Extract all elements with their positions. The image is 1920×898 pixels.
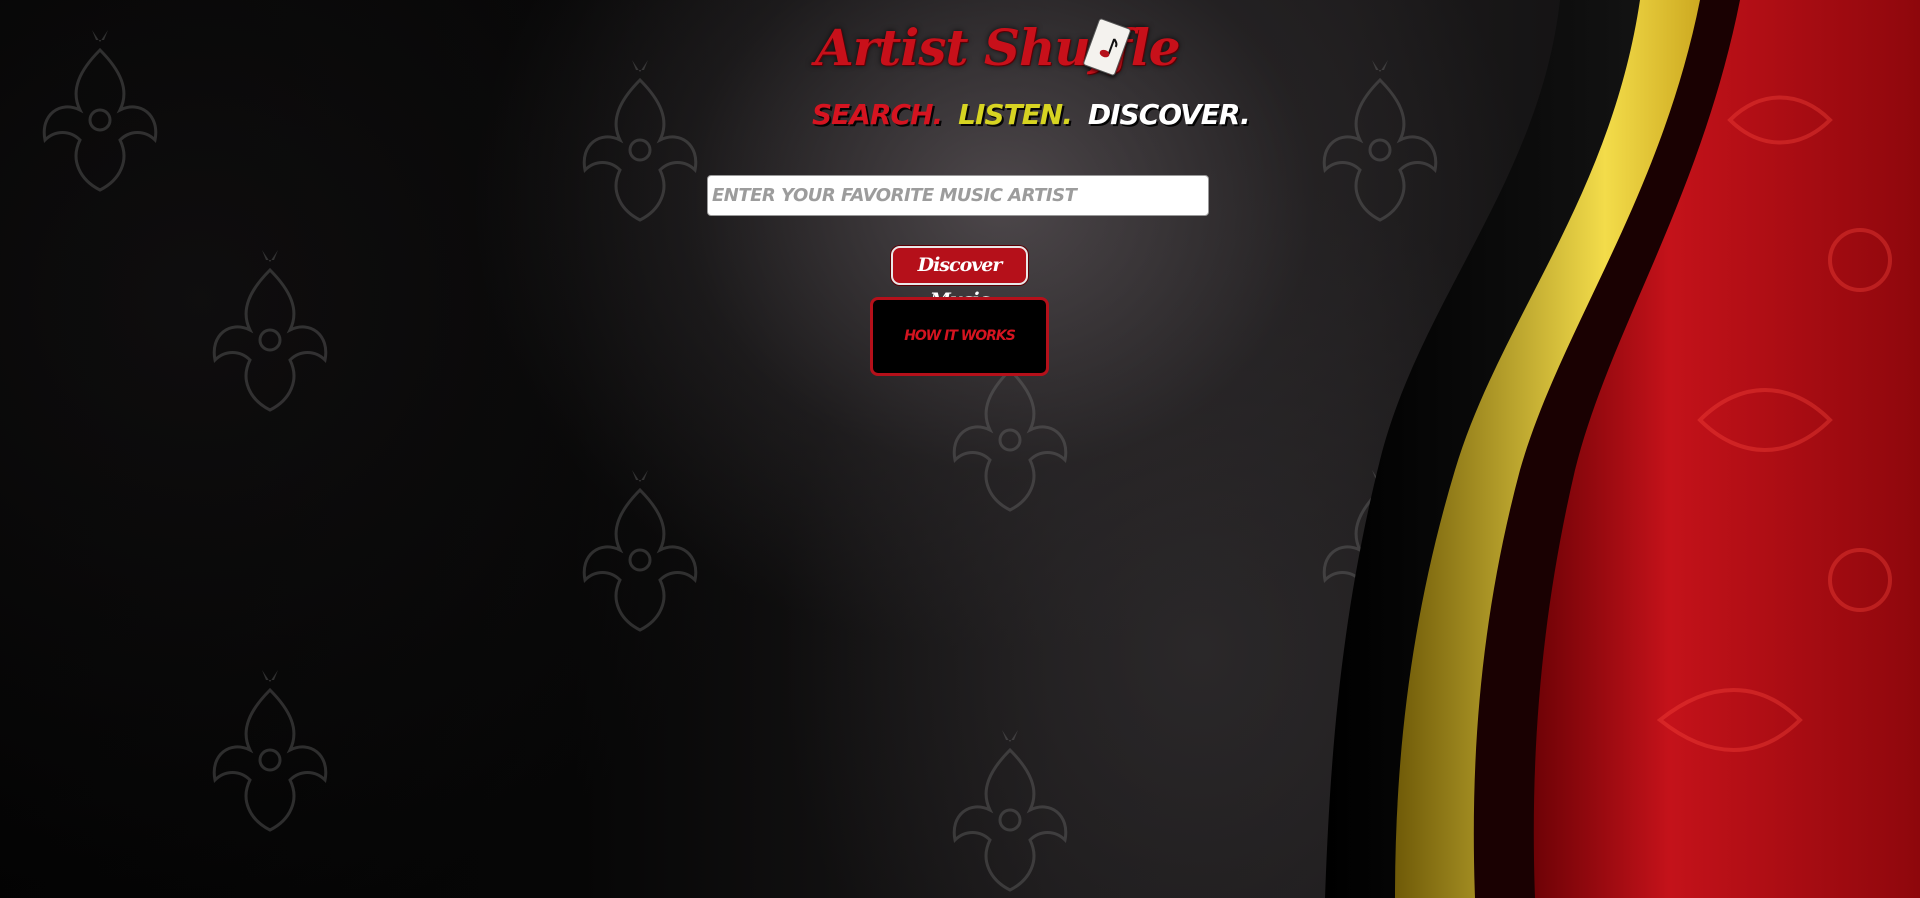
artist-search-input[interactable] — [707, 175, 1209, 216]
discover-music-button[interactable]: Discover Music — [891, 246, 1028, 311]
app-title: Artist Shuffle — [815, 18, 1181, 77]
tagline: SEARCH. LISTEN. DISCOVER. — [812, 98, 1251, 138]
tagline-discover: DISCOVER. — [1087, 98, 1251, 131]
tagline-search: SEARCH. — [812, 98, 943, 131]
tagline-listen: LISTEN. — [958, 98, 1073, 131]
how-it-works-button[interactable]: HOW IT WORKS — [870, 297, 1049, 376]
app-title-wrap: Artist Shuffle — [815, 14, 1181, 82]
